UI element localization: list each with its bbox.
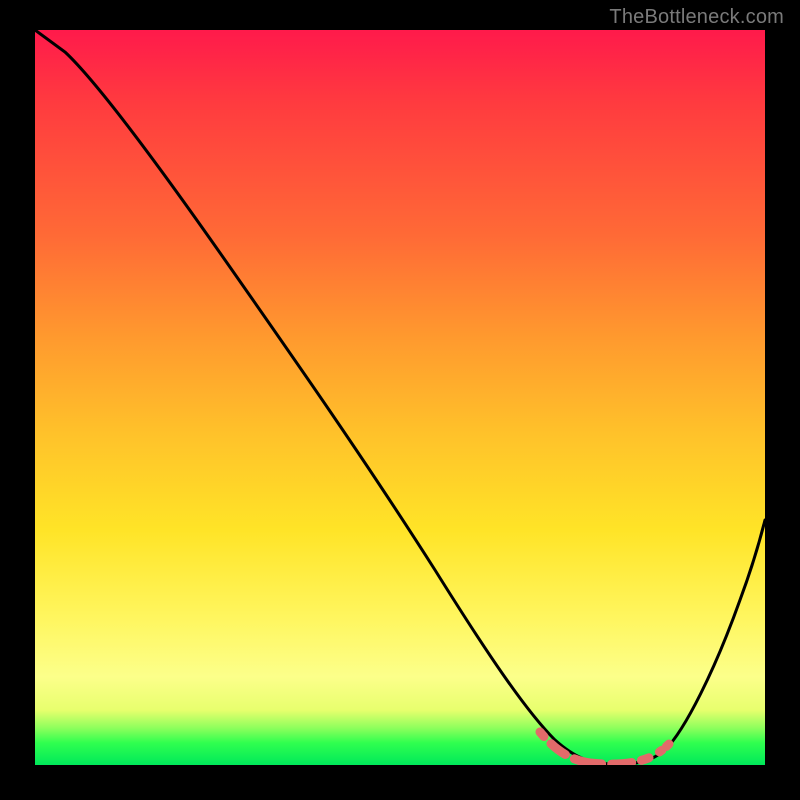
bottleneck-curve [35,30,765,764]
curve-layer [35,30,765,765]
optimal-marker [540,732,669,764]
plot-area [35,30,765,765]
chart-frame: TheBottleneck.com [0,0,800,800]
watermark-text: TheBottleneck.com [609,6,784,29]
